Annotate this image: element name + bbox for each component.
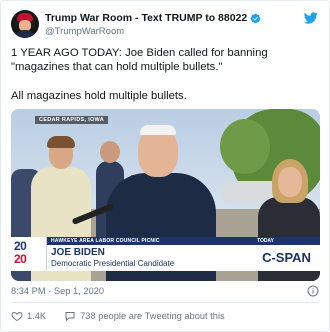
like-count[interactable]: 1.4K (27, 311, 46, 321)
divider (11, 302, 319, 303)
author-name[interactable]: Trump War Room - Text TRUMP to 88022 (45, 12, 247, 24)
speaker-title: Democratic Presidential Candidate (51, 259, 175, 268)
logo-line2: 20 (14, 252, 27, 266)
reporter-hair (47, 136, 75, 148)
tweet-text-line2: All magazines hold multiple bullets. (11, 90, 187, 102)
network-logo: C-SPAN (253, 245, 320, 271)
broadcast-lower-third: 20 20 HAWKEYE AREA LABOR COUNCIL PICNIC … (11, 237, 320, 271)
speaker-banner: JOE BIDEN Democratic Presidential Candid… (47, 245, 253, 271)
talking-count[interactable]: 738 people are Tweeting about this (80, 311, 225, 321)
twitter-bird-icon[interactable] (303, 11, 319, 25)
logo-line1: 20 (14, 239, 27, 253)
author-name-row[interactable]: Trump War Room - Text TRUMP to 88022 (45, 12, 261, 24)
tweet-header: Trump War Room - Text TRUMP to 88022 @Tr… (11, 10, 319, 40)
tweet-actions: 1.4K 738 people are Tweeting about this (11, 309, 225, 323)
tweet-card: Trump War Room - Text TRUMP to 88022 @Tr… (0, 0, 330, 332)
tweet-video-still[interactable]: CEDAR RAPIDS, IOWA 20 20 HAWKEYE AREA LA… (11, 109, 320, 281)
right-person-head (278, 167, 302, 197)
speech-bubble-icon[interactable] (64, 310, 76, 322)
tweet-text-line1: 1 YEAR AGO TODAY: Joe Biden called for b… (11, 47, 268, 73)
speaker-name: JOE BIDEN (51, 247, 105, 258)
timestamp-text[interactable]: 8:34 PM · Sep 1, 2020 (11, 286, 104, 296)
event-banner: HAWKEYE AREA LABOR COUNCIL PICNIC (47, 237, 253, 245)
today-label: TODAY (253, 237, 320, 245)
tweet-timestamp[interactable]: 8:34 PM · Sep 1, 2020 (11, 286, 104, 296)
verified-badge-icon (250, 13, 261, 23)
heart-icon[interactable] (11, 310, 23, 322)
avatar[interactable] (11, 10, 39, 38)
avatar-suit (14, 30, 36, 38)
info-icon[interactable] (307, 285, 319, 297)
speaker-hair (140, 125, 176, 135)
author-handle[interactable]: @TrumpWarRoom (45, 26, 124, 37)
campaign-2020-logo: 20 20 (11, 237, 47, 271)
location-tag: CEDAR RAPIDS, IOWA (35, 116, 108, 124)
